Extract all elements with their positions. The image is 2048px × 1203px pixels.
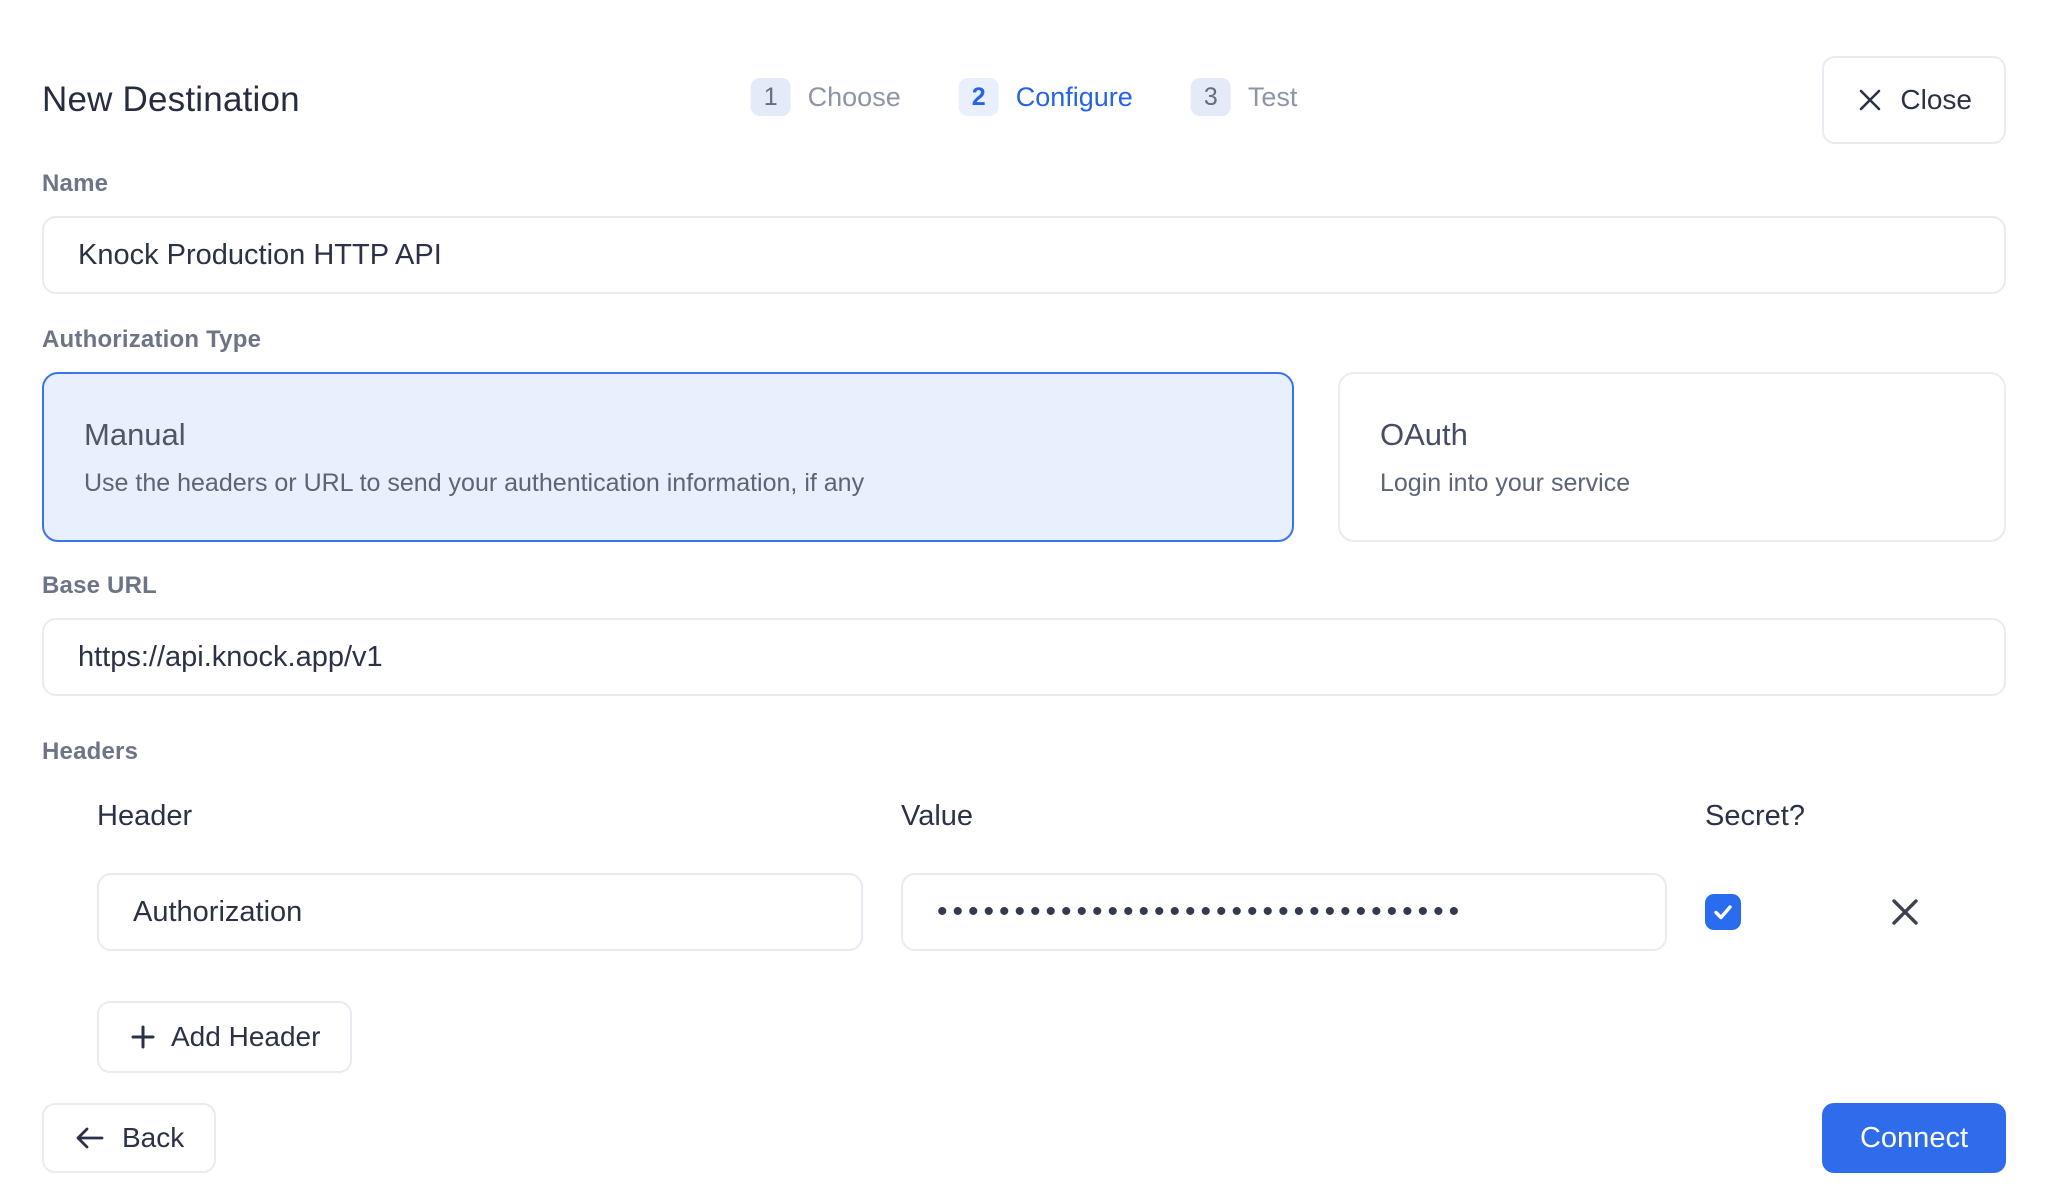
new-destination-dialog: New Destination 1 Choose 2 Configure 3 T…: [0, 0, 2048, 1203]
dialog-header: New Destination 1 Choose 2 Configure 3 T…: [42, 56, 2006, 144]
headers-column-row: Header Value Secret?: [97, 800, 2006, 833]
header-value-input[interactable]: [901, 873, 1667, 951]
dialog-footer: Back Connect: [42, 1103, 2006, 1173]
page-title: New Destination: [42, 80, 300, 120]
header-row: [97, 873, 2006, 951]
base-url-input[interactable]: [42, 618, 2006, 696]
headers-section-label: Headers: [42, 738, 2006, 766]
back-button-label: Back: [122, 1122, 184, 1154]
secret-cell: [1705, 894, 1825, 930]
column-header-secret: Secret?: [1705, 800, 1825, 833]
column-header-value: Value: [901, 800, 1667, 833]
back-button[interactable]: Back: [42, 1103, 216, 1173]
auth-option-title: Manual: [84, 417, 1252, 453]
secret-checkbox[interactable]: [1705, 894, 1741, 930]
arrow-left-icon: [74, 1124, 106, 1152]
name-label: Name: [42, 170, 2006, 198]
step-label: Configure: [1016, 81, 1133, 112]
auth-option-description: Login into your service: [1380, 469, 1964, 498]
auth-option-description: Use the headers or URL to send your auth…: [84, 469, 1252, 498]
step-label: Test: [1248, 81, 1298, 112]
column-header-header: Header: [97, 800, 863, 833]
plus-icon: [129, 1023, 157, 1051]
stepper: 1 Choose 2 Configure 3 Test: [751, 78, 1298, 116]
headers-table: Header Value Secret?: [42, 800, 2006, 951]
auth-option-title: OAuth: [1380, 417, 1964, 453]
connect-button[interactable]: Connect: [1822, 1103, 2006, 1173]
close-button[interactable]: Close: [1822, 56, 2006, 144]
authorization-type-options: Manual Use the headers or URL to send yo…: [42, 372, 2006, 542]
step-number-badge: 3: [1191, 78, 1231, 116]
auth-option-oauth[interactable]: OAuth Login into your service: [1338, 372, 2006, 542]
auth-option-manual[interactable]: Manual Use the headers or URL to send yo…: [42, 372, 1294, 542]
close-icon: [1856, 86, 1884, 114]
step-number-badge: 2: [959, 78, 999, 116]
close-button-label: Close: [1900, 84, 1972, 116]
checkmark-icon: [1711, 900, 1735, 924]
authorization-type-label: Authorization Type: [42, 326, 2006, 354]
stepper-step-test[interactable]: 3 Test: [1191, 78, 1298, 116]
step-label: Choose: [808, 81, 901, 112]
name-input[interactable]: [42, 216, 2006, 294]
add-header-button[interactable]: Add Header: [97, 1001, 352, 1073]
delete-x-icon: [1886, 893, 1924, 931]
stepper-step-configure[interactable]: 2 Configure: [959, 78, 1133, 116]
add-header-label: Add Header: [171, 1021, 320, 1053]
header-name-input[interactable]: [97, 873, 863, 951]
step-number-badge: 1: [751, 78, 791, 116]
base-url-label: Base URL: [42, 572, 2006, 600]
delete-header-button[interactable]: [1881, 888, 1929, 936]
stepper-step-choose[interactable]: 1 Choose: [751, 78, 901, 116]
